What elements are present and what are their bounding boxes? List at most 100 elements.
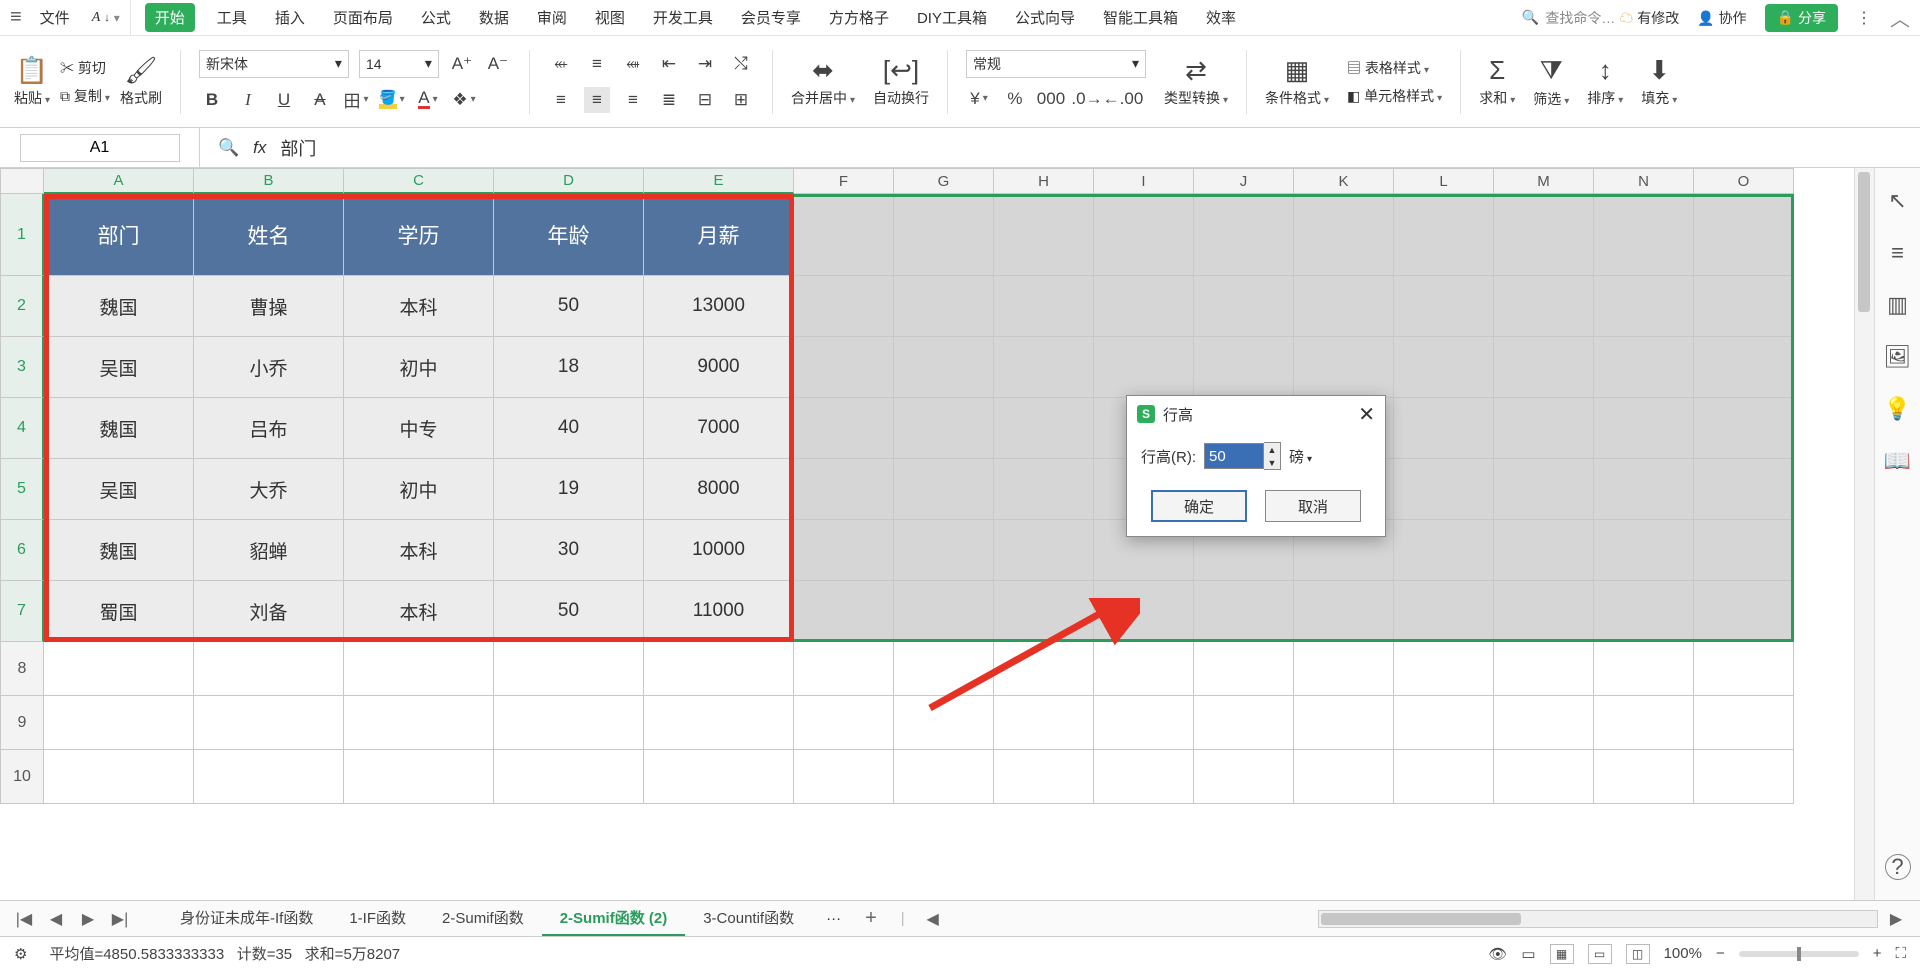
settings-panel-icon[interactable]: ≡ [1891,240,1904,266]
cell-B7[interactable]: 刘备 [194,581,344,642]
cell-L8[interactable] [1394,642,1494,696]
font-family-select[interactable]: 新宋体▾ [199,50,349,78]
col-head-K[interactable]: K [1294,168,1394,194]
cell-D10[interactable] [494,750,644,804]
border-button[interactable]: 田 [343,87,369,113]
cell-F3[interactable] [794,337,894,398]
row-head-10[interactable]: 10 [0,750,44,804]
property-panel-icon[interactable]: ▥ [1887,292,1908,318]
layers-icon[interactable]: ▭ [1521,945,1535,963]
align-top-button[interactable]: ⬴ [548,51,574,77]
ribbon-tab-13[interactable]: 智能工具箱 [1097,3,1184,32]
percent-button[interactable]: % [1002,86,1028,112]
cell-C4[interactable]: 中专 [344,398,494,459]
row-head-9[interactable]: 9 [0,696,44,750]
col-head-G[interactable]: G [894,168,994,194]
cell-D1[interactable]: 年龄 [494,194,644,276]
cell-O4[interactable] [1694,398,1794,459]
cell-E3[interactable]: 9000 [644,337,794,398]
cell-B6[interactable]: 貂蝉 [194,520,344,581]
cell-B4[interactable]: 吕布 [194,398,344,459]
cell-H10[interactable] [994,750,1094,804]
row-height-spinner[interactable]: ▲▼ [1204,442,1281,470]
cell-H5[interactable] [994,459,1094,520]
cell-M9[interactable] [1494,696,1594,750]
sort-button[interactable]: ↕ 排序 [1587,55,1623,108]
name-box-input[interactable] [20,134,180,162]
cell-C6[interactable]: 本科 [344,520,494,581]
cell-H1[interactable] [994,194,1094,276]
cell-L10[interactable] [1394,750,1494,804]
wrap-text-button[interactable]: [↩] 自动换行 [873,55,929,108]
command-search[interactable]: 🔍 查找命令… [1522,8,1615,28]
cell-F2[interactable] [794,276,894,337]
cell-D5[interactable]: 19 [494,459,644,520]
dialog-cancel-button[interactable]: 取消 [1265,490,1361,522]
add-sheet-button[interactable]: + [855,907,887,930]
sheet-nav-prev[interactable]: ◀ [42,905,70,933]
col-head-E[interactable]: E [644,168,794,194]
strike-button[interactable]: A [307,87,333,113]
cell-E4[interactable]: 7000 [644,398,794,459]
cell-O1[interactable] [1694,194,1794,276]
cell-A4[interactable]: 魏国 [44,398,194,459]
vertical-scrollbar[interactable] [1854,168,1874,900]
cell-M3[interactable] [1494,337,1594,398]
cell-F5[interactable] [794,459,894,520]
indent-dec-button[interactable]: ⇤ [656,51,682,77]
row-head-6[interactable]: 6 [0,520,44,581]
cell-H8[interactable] [994,642,1094,696]
cell-O7[interactable] [1694,581,1794,642]
collapse-ribbon-icon[interactable]: ︿ [1890,3,1910,32]
increase-decimal-button[interactable]: ←.00 [1110,86,1136,112]
cell-E1[interactable]: 月薪 [644,194,794,276]
format-painter-button[interactable]: 🖌 格式刷 [120,55,162,108]
cell-L3[interactable] [1394,337,1494,398]
phonetic-button[interactable]: ❖ [451,87,477,113]
cell-F4[interactable] [794,398,894,459]
align-right-button[interactable]: ≡ [620,87,646,113]
ribbon-tab-5[interactable]: 数据 [473,3,515,32]
cell-N3[interactable] [1594,337,1694,398]
col-head-A[interactable]: A [44,168,194,194]
spin-down[interactable]: ▼ [1264,456,1280,469]
horizontal-scrollbar[interactable] [1318,910,1878,928]
col-head-F[interactable]: F [794,168,894,194]
cell-F8[interactable] [794,642,894,696]
align-bottom-button[interactable]: ⬵ [620,51,646,77]
sheet-tab-2[interactable]: 2-Sumif函数 [424,901,542,937]
cell-K8[interactable] [1294,642,1394,696]
row-head-4[interactable]: 4 [0,398,44,459]
cell-M2[interactable] [1494,276,1594,337]
ribbon-tab-8[interactable]: 开发工具 [647,3,719,32]
reading-view-icon[interactable]: 👁 [1488,945,1507,963]
ribbon-tab-11[interactable]: DIY工具箱 [911,3,993,32]
col-head-O[interactable]: O [1694,168,1794,194]
merge-across-button[interactable]: ⊞ [728,87,754,113]
cell-G3[interactable] [894,337,994,398]
cell-F1[interactable] [794,194,894,276]
cells-layer[interactable]: 部门姓名学历年龄月薪魏国曹操本科5013000吴国小乔初中189000魏国吕布中… [44,194,1794,804]
ribbon-tab-12[interactable]: 公式向导 [1009,3,1081,32]
cell-C3[interactable]: 初中 [344,337,494,398]
row-head-1[interactable]: 1 [0,194,44,276]
cell-G9[interactable] [894,696,994,750]
cell-D3[interactable]: 18 [494,337,644,398]
currency-button[interactable]: ¥ [966,86,992,112]
distribute-button[interactable]: ⊟ [692,87,718,113]
cell-F7[interactable] [794,581,894,642]
sheet-more[interactable]: ··· [816,910,851,927]
cell-G10[interactable] [894,750,994,804]
dialog-titlebar[interactable]: S 行高 ✕ [1127,396,1385,432]
cell-J3[interactable] [1194,337,1294,398]
cell-K1[interactable] [1294,194,1394,276]
font-size-select[interactable]: 14▾ [359,50,439,78]
help-icon[interactable]: ? [1885,854,1911,880]
cell-B5[interactable]: 大乔 [194,459,344,520]
cell-O10[interactable] [1694,750,1794,804]
cell-L2[interactable] [1394,276,1494,337]
unit-dropdown[interactable]: 磅 [1289,446,1312,467]
cell-F6[interactable] [794,520,894,581]
fullscreen-button[interactable]: ⛶ [1895,945,1906,962]
cell-G4[interactable] [894,398,994,459]
